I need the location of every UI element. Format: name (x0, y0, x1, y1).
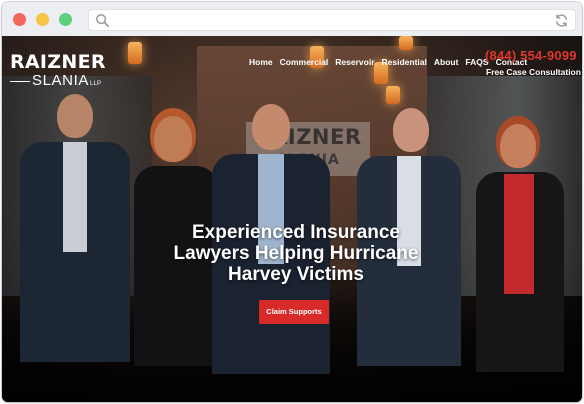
nav-item-residential[interactable]: Residential (382, 55, 427, 69)
close-window-button[interactable] (13, 13, 26, 26)
nav-item-home[interactable]: Home (249, 55, 273, 69)
minimize-window-button[interactable] (36, 13, 49, 26)
claim-supports-button[interactable]: Claim Supports (259, 300, 329, 324)
pendant-lamp (128, 42, 142, 64)
address-bar-text (117, 14, 547, 28)
refresh-icon[interactable] (554, 13, 569, 28)
search-icon (95, 13, 110, 28)
logo-line2: SLANIALLP (32, 73, 101, 92)
nav-item-commercial[interactable]: Commercial (280, 55, 329, 69)
site-logo[interactable]: RAIZNER SLANIALLP (10, 52, 120, 92)
person-photo (476, 124, 564, 372)
maximize-window-button[interactable] (59, 13, 72, 26)
person-photo (20, 94, 130, 362)
logo-line2-text: SLANIA (32, 72, 89, 89)
hero-headline: Experienced Insurance Lawyers Helping Hu… (173, 222, 419, 285)
address-bar[interactable] (88, 9, 576, 31)
pendant-lamp (386, 86, 400, 104)
hero-section: RAIZNER SLANIA (2, 36, 582, 402)
browser-chrome (2, 2, 582, 36)
nav-item-about[interactable]: About (434, 55, 459, 69)
nav-item-reservoir[interactable]: Reservoir (335, 55, 374, 69)
phone-number-link[interactable]: (844) 554-9099 (485, 48, 577, 63)
logo-line1: RAIZNER (10, 51, 106, 73)
logo-rule (10, 81, 30, 82)
free-consultation-label: Free Case Consultation (486, 67, 581, 77)
pendant-lamp (399, 36, 413, 50)
browser-window: RAIZNER SLANIA (2, 2, 582, 402)
logo-suffix: LLP (89, 81, 102, 87)
